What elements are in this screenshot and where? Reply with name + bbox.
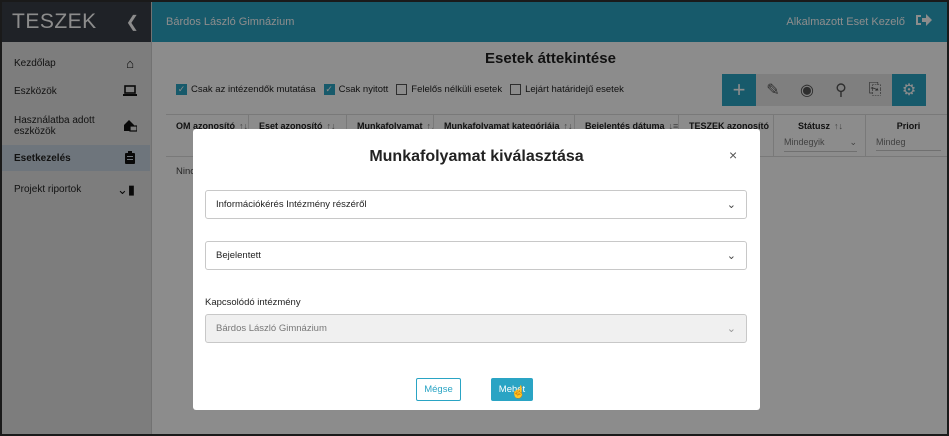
chevron-down-icon: ⌄	[726, 199, 736, 211]
status-select-value: Bejelentett	[216, 250, 261, 261]
app-window: TESZEK ❮ Kezdőlap ⌂ Eszközök Használatba…	[0, 0, 949, 436]
institution-field-label: Kapcsolódó intézmény	[205, 297, 301, 308]
status-select[interactable]: Bejelentett ⌄	[205, 241, 747, 270]
mouse-pointer-icon: ☝	[511, 385, 526, 399]
chevron-down-icon: ⌄	[726, 323, 736, 335]
institution-select-value: Bárdos László Gimnázium	[216, 323, 327, 334]
cancel-button[interactable]: Mégse	[416, 378, 461, 401]
institution-select: Bárdos László Gimnázium ⌄	[205, 314, 747, 343]
chevron-down-icon: ⌄	[726, 250, 736, 262]
workflow-select-value: Információkérés Intézmény részéről	[216, 199, 367, 210]
workflow-select-dialog: Munkafolyamat kiválasztása × Információk…	[193, 129, 760, 410]
close-icon[interactable]: ×	[729, 147, 737, 163]
dialog-title: Munkafolyamat kiválasztása	[369, 148, 584, 165]
workflow-select[interactable]: Információkérés Intézmény részéről ⌄	[205, 190, 747, 219]
